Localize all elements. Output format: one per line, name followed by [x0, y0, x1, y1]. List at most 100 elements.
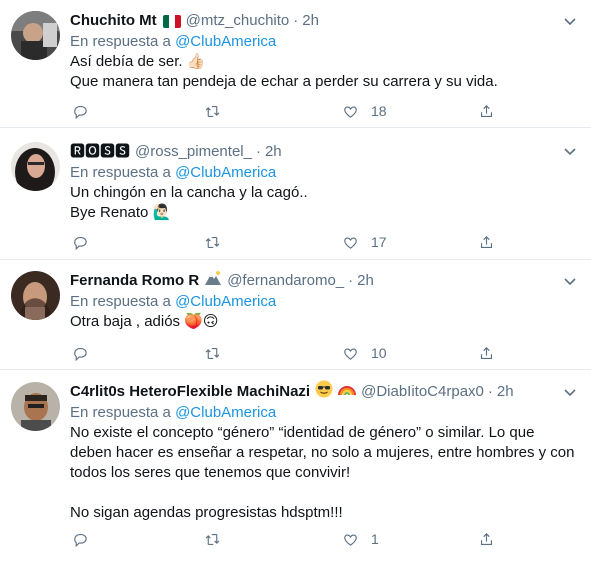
- retweet-button[interactable]: [204, 99, 233, 123]
- retweet-button[interactable]: [204, 230, 233, 254]
- tweet-header: C4rlit0s HeteroFlexible MachiNazi @DiabI…: [70, 380, 579, 404]
- chevron-down-icon[interactable]: [561, 272, 579, 290]
- reply-button[interactable]: [72, 341, 101, 365]
- heart-icon: [344, 534, 357, 546]
- tweet-line: Así debía de ser. 👍🏻: [70, 53, 206, 70]
- tweet-actions: 1: [70, 527, 510, 551]
- mexico-flag-icon: [162, 14, 181, 28]
- reply-icon: [74, 347, 87, 361]
- tweet-time[interactable]: 2h: [265, 142, 282, 162]
- reply-prefix: En respuesta a: [70, 33, 171, 50]
- reply-context: En respuesta a @ClubAmerica: [70, 163, 579, 183]
- tweet-text: Un chingón en la cancha y la cagó.. Bye …: [70, 183, 579, 223]
- tweet-line: deben hacer es enseñar a respetar, no so…: [70, 444, 575, 461]
- mention-link[interactable]: @ClubAmerica: [175, 293, 276, 310]
- tweet-line: No existe el concepto “género” “identida…: [70, 424, 535, 441]
- rainbow-icon: [338, 382, 357, 402]
- tweet-time[interactable]: 2h: [357, 271, 374, 291]
- reply-button[interactable]: [72, 99, 101, 123]
- share-icon: [480, 104, 493, 117]
- tweet-actions: 18: [70, 99, 510, 123]
- like-button[interactable]: 17: [342, 230, 387, 254]
- mention-link[interactable]: @ClubAmerica: [175, 404, 276, 421]
- reply-icon: [74, 533, 87, 547]
- tweet-actions: 17: [70, 230, 510, 254]
- tweet[interactable]: C4rlit0s HeteroFlexible MachiNazi @DiabI…: [0, 370, 591, 561]
- tweet-line: Que manera tan pendeja de echar a perder…: [70, 73, 498, 90]
- like-button[interactable]: 1: [342, 527, 379, 551]
- display-name[interactable]: Fernanda Romo R: [70, 271, 199, 291]
- avatar[interactable]: [11, 142, 60, 191]
- display-name[interactable]: 🆁🅾🆂🆂: [70, 142, 130, 162]
- tweet[interactable]: Fernanda Romo R @fernandaromo_ · 2h En r…: [0, 260, 591, 370]
- like-count: 10: [371, 345, 387, 361]
- tweet-line: Otra baja , adiós 🍑🙃: [70, 313, 219, 330]
- tweet-header: 🆁🅾🆂🆂 @ross_pimentel_ · 2h: [70, 142, 579, 162]
- tweet-line: Un chingón en la cancha y la cagó..: [70, 184, 308, 201]
- display-name[interactable]: Chuchito Mt: [70, 11, 157, 31]
- separator-dot: ·: [348, 272, 354, 289]
- like-button[interactable]: 10: [342, 341, 387, 365]
- tweet-header: Chuchito Mt @mtz_chuchito · 2h: [70, 11, 579, 31]
- chevron-down-icon[interactable]: [561, 142, 579, 160]
- heart-icon: [344, 237, 357, 249]
- share-button[interactable]: [478, 230, 495, 254]
- tweet-text: Así debía de ser. 👍🏻 Que manera tan pend…: [70, 52, 579, 92]
- reply-context: En respuesta a @ClubAmerica: [70, 292, 579, 312]
- mountain-icon: [204, 270, 222, 292]
- user-handle[interactable]: @DiabIitoC4rpax0: [361, 382, 484, 402]
- retweet-icon: [205, 236, 220, 248]
- separator-dot: ·: [293, 12, 299, 29]
- tweet-line: No sigan agendas progresistas hdsptm!!!: [70, 504, 343, 521]
- heart-icon: [344, 106, 357, 118]
- avatar[interactable]: [11, 11, 60, 60]
- reply-button[interactable]: [72, 527, 101, 551]
- reply-icon: [74, 105, 87, 119]
- tweet-text: No existe el concepto “género” “identida…: [70, 423, 579, 523]
- reply-context: En respuesta a @ClubAmerica: [70, 403, 579, 423]
- like-count: 1: [371, 531, 379, 547]
- retweet-icon: [205, 105, 220, 117]
- avatar[interactable]: [11, 271, 60, 320]
- reply-prefix: En respuesta a: [70, 293, 171, 310]
- sunglasses-face-icon: [315, 380, 333, 404]
- user-handle[interactable]: @fernandaromo_: [227, 271, 344, 291]
- share-button[interactable]: [478, 99, 495, 123]
- tweet-line: [70, 483, 579, 503]
- retweet-button[interactable]: [204, 341, 233, 365]
- retweet-icon: [205, 347, 220, 359]
- mention-link[interactable]: @ClubAmerica: [175, 33, 276, 50]
- tweet[interactable]: 🆁🅾🆂🆂 @ross_pimentel_ · 2h En respuesta a…: [0, 128, 591, 260]
- heart-icon: [344, 348, 357, 360]
- mention-link[interactable]: @ClubAmerica: [175, 164, 276, 181]
- user-handle[interactable]: @mtz_chuchito: [186, 11, 290, 31]
- tweet-line: todos los seres que tenemos que convivir…: [70, 464, 351, 481]
- retweet-button[interactable]: [204, 527, 233, 551]
- like-count: 17: [371, 234, 387, 250]
- like-button[interactable]: 18: [342, 99, 387, 123]
- chevron-down-icon[interactable]: [561, 12, 579, 30]
- display-name[interactable]: C4rlit0s HeteroFlexible MachiNazi: [70, 382, 310, 402]
- share-button[interactable]: [478, 341, 495, 365]
- share-icon: [480, 532, 493, 545]
- tweet-actions: 10: [70, 341, 510, 365]
- reply-prefix: En respuesta a: [70, 404, 171, 421]
- separator-dot: ·: [487, 383, 493, 400]
- reply-context: En respuesta a @ClubAmerica: [70, 32, 579, 52]
- tweet-text: Otra baja , adiós 🍑🙃: [70, 312, 579, 332]
- reply-icon: [74, 236, 87, 250]
- separator-dot: ·: [255, 143, 261, 160]
- share-icon: [480, 235, 493, 248]
- chevron-down-icon[interactable]: [561, 383, 579, 401]
- share-button[interactable]: [478, 527, 495, 551]
- avatar[interactable]: [11, 382, 60, 431]
- like-count: 18: [371, 103, 387, 119]
- tweet-line: Bye Renato 🙋🏻‍♂️: [70, 204, 172, 221]
- reply-button[interactable]: [72, 230, 101, 254]
- user-handle[interactable]: @ross_pimentel_: [135, 142, 252, 162]
- tweet[interactable]: Chuchito Mt @mtz_chuchito · 2h En respue…: [0, 0, 591, 128]
- tweet-header: Fernanda Romo R @fernandaromo_ · 2h: [70, 271, 579, 291]
- retweet-icon: [205, 533, 220, 545]
- tweet-time[interactable]: 2h: [497, 382, 514, 402]
- tweet-time[interactable]: 2h: [302, 11, 319, 31]
